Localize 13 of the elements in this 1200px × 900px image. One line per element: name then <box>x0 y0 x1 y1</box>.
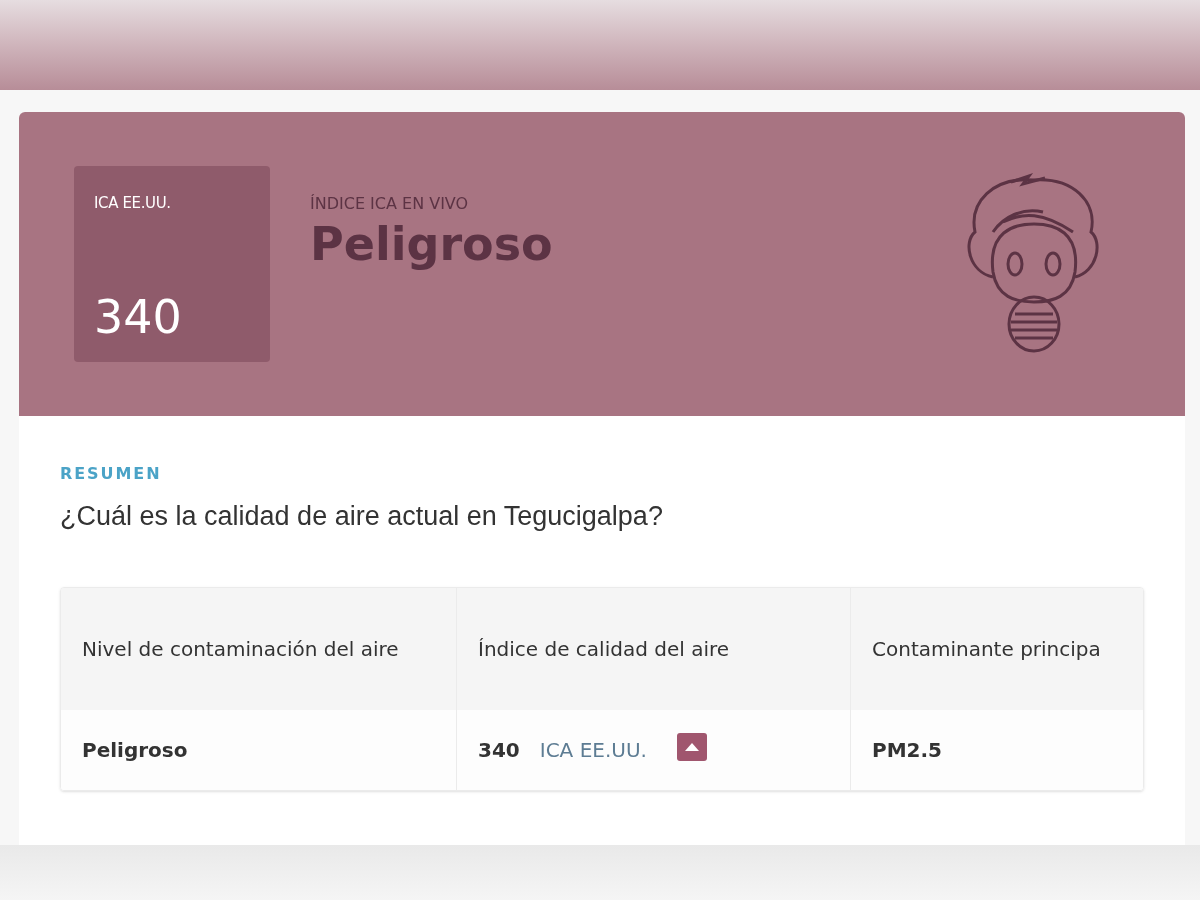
hero-eyebrow: ÍNDICE ICA EN VIVO <box>310 193 470 215</box>
aqi-value: 340 <box>94 294 183 340</box>
table-cell-text: PM2.5 <box>872 736 942 764</box>
hero-level: Peligroso <box>310 216 553 273</box>
column-header: Nivel de contaminación del aire <box>82 635 399 663</box>
section-heading: ¿Cuál es la calidad de aire actual en Tegucigalpa? <box>60 500 664 533</box>
column-header: Índice de calidad del aire <box>478 635 730 663</box>
aqi-unit: ICA EE.UU. <box>539 736 647 764</box>
section-eyebrow: RESUMEN <box>60 463 163 485</box>
table-cell-text: Peligroso <box>82 736 188 764</box>
aqi-number: 340 <box>478 736 520 764</box>
badge-label: ICA EE.UU. <box>94 193 172 214</box>
column-header: Contaminante principa <box>872 635 1101 663</box>
